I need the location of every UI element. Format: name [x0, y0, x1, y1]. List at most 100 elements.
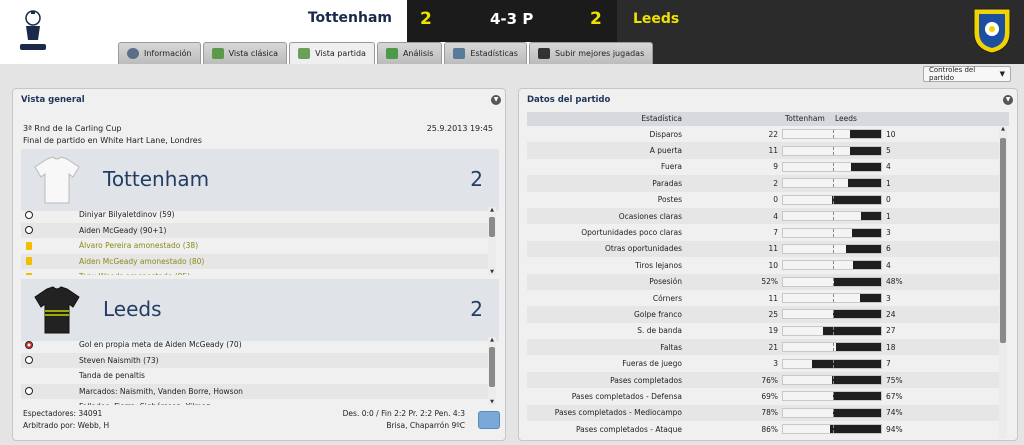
- stat-label: Otras oportunidades: [604, 244, 682, 254]
- stat-home-value: 11: [768, 244, 778, 254]
- away-header-area: [617, 0, 1024, 64]
- event-row: Tony Woods amonestado (85): [21, 269, 489, 275]
- stat-bar: [782, 145, 882, 156]
- stats-title: Datos del partido: [527, 95, 611, 105]
- stat-away-value: 4: [886, 162, 891, 172]
- stat-bar-away: [861, 212, 881, 221]
- stat-label: Córners: [652, 293, 682, 303]
- stat-label: Fuera: [661, 162, 682, 172]
- event-row: Aiden McGeady amonestado (80): [21, 253, 489, 269]
- event-text: Steven Naismith (73): [79, 355, 159, 365]
- stat-row: Postes 0 0: [527, 192, 1001, 208]
- event-row: Álvaro Pereira amonestado (38): [21, 238, 489, 254]
- pitch-icon: [211, 48, 224, 59]
- stat-home-value: 9: [773, 162, 778, 172]
- stat-row: Córners 11 3: [527, 290, 1001, 306]
- event-row: Marcados: Naismith, Vanden Borre, Howson: [21, 383, 489, 399]
- scroll-thumb[interactable]: [489, 217, 495, 237]
- stat-label: Fueras de juego: [622, 359, 682, 369]
- away-team-label: Leeds: [103, 297, 162, 321]
- tab-subir-jugadas[interactable]: Subir mejores jugadas: [528, 42, 654, 64]
- event-text: Fallados: Fierro, Sigþórsson, Yilmaz: [79, 402, 210, 405]
- scroll-up-icon[interactable]: ▲: [999, 126, 1007, 132]
- overview-panel: Vista general ▼ 3ª Rnd de la Carling Cup…: [12, 88, 506, 441]
- col-away: Leeds: [835, 114, 857, 123]
- stat-bar: [782, 342, 882, 353]
- panel-menu-icon[interactable]: ▼: [491, 95, 501, 105]
- scroll-thumb[interactable]: [489, 347, 495, 387]
- stat-bar: [782, 276, 882, 287]
- stat-bar: [782, 424, 882, 435]
- stat-label: Golpe franco: [633, 309, 682, 319]
- stat-home-value: 19: [768, 326, 778, 336]
- venue: Final de partido en White Hart Lane, Lon…: [23, 136, 202, 145]
- info-icon: [127, 48, 139, 59]
- stat-bar-away: [829, 425, 881, 434]
- stat-bar: [782, 194, 882, 205]
- tab-vista-partida[interactable]: Vista partida: [289, 42, 375, 64]
- stat-away-value: 27: [886, 326, 896, 336]
- tab-informacion[interactable]: Información: [118, 42, 201, 64]
- competition: 3ª Rnd de la Carling Cup: [23, 124, 122, 133]
- stat-away-value: 1: [886, 211, 891, 221]
- home-events-list[interactable]: Diniyar Bilyaletdinov (59) Aiden McGeady …: [21, 207, 489, 275]
- event-text: Álvaro Pereira amonestado (38): [79, 241, 199, 251]
- home-events-scrollbar[interactable]: ▲ ▼: [488, 207, 496, 275]
- overview-title: Vista general: [21, 95, 85, 105]
- stat-bar-midline: [833, 392, 834, 401]
- tottenham-crest-icon: [20, 10, 46, 50]
- away-shirt-icon: [34, 286, 80, 334]
- scroll-up-icon[interactable]: ▲: [488, 337, 496, 343]
- stat-row: Faltas 21 18: [527, 339, 1001, 356]
- away-team-block: Leeds 2: [21, 279, 499, 341]
- replay-button[interactable]: [478, 411, 500, 429]
- stat-away-value: 48%: [886, 277, 903, 287]
- home-team-label: Tottenham: [103, 167, 210, 191]
- tab-estadisticas[interactable]: Estadísticas: [444, 42, 527, 64]
- scroll-down-icon[interactable]: ▼: [488, 269, 496, 275]
- stat-bar: [782, 358, 882, 369]
- stat-bar: [782, 227, 882, 238]
- away-events-scrollbar[interactable]: ▲ ▼: [488, 337, 496, 405]
- stat-bar: [782, 161, 882, 172]
- stat-bar-away: [860, 294, 881, 303]
- scroll-thumb[interactable]: [1000, 138, 1006, 343]
- tab-vista-clasica[interactable]: Vista clásica: [202, 42, 288, 64]
- stat-row: Golpe franco 25 24: [527, 306, 1001, 323]
- stat-bar-midline: [833, 326, 834, 335]
- stat-home-value: 4: [773, 211, 778, 221]
- event-row: Diniyar Bilyaletdinov (59): [21, 207, 489, 223]
- stat-home-value: 69%: [761, 391, 778, 401]
- home-team-name: Tottenham: [307, 10, 392, 26]
- match-controls-dropdown[interactable]: Controles del partido ▼: [923, 66, 1011, 82]
- stats-scrollbar[interactable]: ▲: [999, 126, 1007, 439]
- stat-bar: [782, 293, 882, 304]
- stat-home-value: 2: [773, 178, 778, 188]
- stat-row: Otras oportunidades 11 6: [527, 240, 1001, 258]
- stat-row: S. de banda 19 27: [527, 323, 1001, 339]
- away-team-name: Leeds: [633, 11, 680, 27]
- stat-label: Oportunidades poco claras: [581, 228, 682, 238]
- stat-bar-away: [832, 392, 881, 401]
- stat-away-value: 6: [886, 244, 891, 254]
- col-home: Tottenham: [785, 114, 825, 123]
- stat-bar-midline: [833, 294, 834, 303]
- panel-menu-icon[interactable]: ▼: [1003, 95, 1013, 105]
- stat-bar: [782, 243, 882, 254]
- stat-row: Paradas 2 1: [527, 175, 1001, 192]
- scroll-up-icon[interactable]: ▲: [488, 207, 496, 213]
- event-row: Steven Naismith (73): [21, 352, 489, 368]
- stat-bar: [782, 129, 882, 140]
- scroll-down-icon[interactable]: ▼: [488, 399, 496, 405]
- stats-header: Estadística Tottenham Leeds: [527, 112, 1009, 126]
- stat-label: Pases completados - Defensa: [571, 391, 682, 401]
- stat-bar-midline: [833, 146, 834, 155]
- stat-bar-midline: [833, 162, 834, 171]
- away-events-list[interactable]: Gol en propia meta de Aiden McGeady (70)…: [21, 337, 489, 405]
- weather: Brisa, Chaparrón 9ºC: [386, 421, 465, 430]
- stat-away-value: 67%: [886, 391, 903, 401]
- stat-label: Ocasiones claras: [618, 211, 682, 221]
- tab-analisis[interactable]: Análisis: [376, 42, 443, 64]
- home-team-block: Tottenham 2: [21, 149, 499, 211]
- home-shirt-icon: [34, 156, 80, 204]
